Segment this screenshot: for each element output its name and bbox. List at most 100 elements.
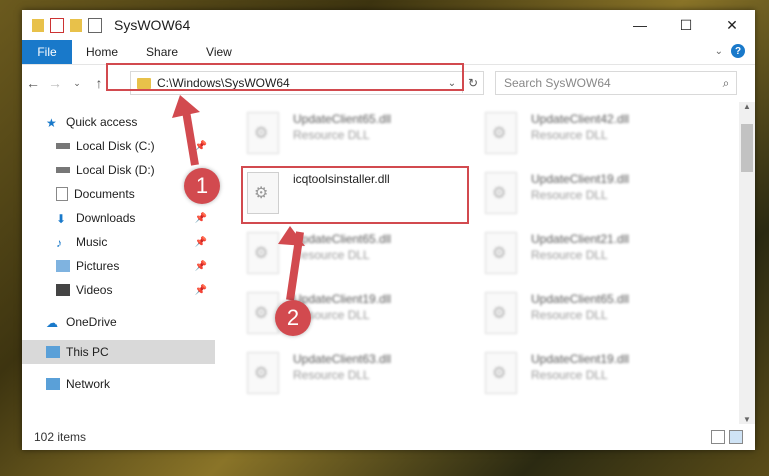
nav-item-videos[interactable]: Videos 📌 [22, 278, 215, 302]
nav-item-pictures[interactable]: Pictures 📌 [22, 254, 215, 278]
file-item[interactable]: UpdateClient65.dll Resource DLL [247, 230, 447, 286]
tab-file[interactable]: File [22, 40, 72, 64]
status-bar: 102 items [22, 424, 755, 450]
tab-home[interactable]: Home [72, 40, 132, 64]
file-item[interactable]: UpdateClient19.dll Resource DLL [485, 170, 685, 226]
file-item[interactable]: UpdateClient42.dll Resource DLL [485, 110, 685, 166]
file-item[interactable]: UpdateClient63.dll Resource DLL [247, 350, 447, 406]
folder-icon [32, 18, 44, 32]
search-placeholder: Search SysWOW64 [504, 76, 611, 90]
nav-item-onedrive[interactable]: ☁ OneDrive [22, 310, 215, 334]
file-name: UpdateClient65.dll [293, 112, 392, 126]
recent-locations-icon[interactable]: ⌄ [66, 78, 88, 89]
file-type: Resource DLL [531, 188, 608, 202]
expand-ribbon-icon[interactable]: ⌄ [715, 46, 723, 57]
pin-icon[interactable]: 📌 [195, 213, 207, 224]
scroll-up-icon[interactable]: ▲ [739, 102, 755, 111]
nav-label: This PC [66, 345, 109, 359]
music-icon: ♪ [56, 236, 62, 250]
document-icon [56, 187, 68, 201]
file-type: Resource DLL [293, 368, 370, 382]
dll-file-icon [247, 232, 279, 274]
file-type: Resource DLL [531, 308, 608, 322]
cloud-icon: ☁ [46, 316, 58, 330]
dll-file-icon [247, 112, 279, 154]
dll-file-icon [485, 172, 517, 214]
file-name: UpdateClient19.dll [531, 172, 630, 186]
download-icon: ⬇ [56, 212, 67, 226]
nav-item-local-disk-c[interactable]: Local Disk (C:) 📌 [22, 134, 215, 158]
file-name: UpdateClient21.dll [531, 232, 630, 246]
nav-label: Music [76, 235, 108, 249]
file-item[interactable]: UpdateClient65.dll Resource DLL [247, 110, 447, 166]
file-type: Resource DLL [293, 128, 370, 142]
navigation-pane: ★ Quick access Local Disk (C:) 📌 Local D… [22, 102, 215, 424]
nav-label: Downloads [76, 211, 136, 225]
videos-icon [56, 284, 70, 296]
item-count: 102 items [34, 430, 87, 444]
nav-item-this-pc[interactable]: This PC [22, 340, 215, 364]
close-button[interactable]: ✕ [709, 10, 755, 40]
highlight-box [241, 166, 469, 224]
file-item[interactable]: UpdateClient21.dll Resource DLL [485, 230, 685, 286]
window-title: SysWOW64 [114, 17, 191, 33]
file-name: UpdateClient42.dll [531, 112, 630, 126]
pictures-icon [56, 260, 70, 272]
file-name: UpdateClient65.dll [531, 292, 630, 306]
customize-toolbar-icon[interactable] [88, 17, 102, 33]
file-list: UpdateClient65.dll Resource DLL UpdateCl… [215, 102, 755, 424]
ribbon-tabs: File Home Share View ⌄ ? [22, 40, 755, 65]
nav-label: Local Disk (D:) [76, 163, 155, 177]
search-input[interactable]: Search SysWOW64 ⌕ [495, 71, 737, 95]
file-type: Resource DLL [531, 128, 608, 142]
file-name: UpdateClient19.dll [293, 292, 392, 306]
refresh-icon[interactable]: ↻ [462, 73, 483, 93]
file-type: Resource DLL [531, 248, 608, 262]
file-item[interactable]: UpdateClient19.dll Resource DLL [485, 350, 685, 406]
vertical-scrollbar[interactable]: ▲ ▼ [739, 102, 755, 424]
nav-item-downloads[interactable]: ⬇ Downloads 📌 [22, 206, 215, 230]
file-name: UpdateClient65.dll [293, 232, 392, 246]
step-marker-1: 1 [184, 168, 220, 204]
details-view-icon[interactable] [711, 430, 725, 444]
nav-label: Documents [74, 187, 135, 201]
scrollbar-thumb[interactable] [741, 124, 753, 172]
nav-label: Network [66, 377, 111, 391]
file-item[interactable]: UpdateClient65.dll Resource DLL [485, 290, 685, 346]
dll-file-icon [247, 292, 279, 334]
nav-item-network[interactable]: Network [22, 372, 215, 396]
nav-item-quick-access[interactable]: ★ Quick access [22, 110, 215, 134]
pin-icon[interactable]: 📌 [195, 261, 207, 272]
pin-icon[interactable]: 📌 [195, 285, 207, 296]
nav-label: OneDrive [66, 315, 117, 329]
help-icon[interactable]: ? [731, 44, 745, 58]
maximize-button[interactable]: ☐ [663, 10, 709, 40]
tab-share[interactable]: Share [132, 40, 192, 64]
minimize-button[interactable]: — [617, 10, 663, 40]
dll-file-icon [485, 352, 517, 394]
new-folder-icon[interactable] [70, 18, 82, 32]
forward-arrow-icon[interactable]: → [44, 75, 66, 91]
address-highlight-box [106, 63, 464, 91]
tab-view[interactable]: View [192, 40, 246, 64]
nav-label: Videos [76, 283, 113, 297]
dll-file-icon [247, 352, 279, 394]
properties-icon[interactable] [50, 17, 64, 33]
back-arrow-icon[interactable]: ← [22, 75, 44, 91]
file-name: UpdateClient19.dll [531, 352, 630, 366]
drive-icon [56, 167, 70, 173]
nav-label: Quick access [66, 115, 138, 129]
scroll-down-icon[interactable]: ▼ [739, 415, 755, 424]
nav-label: Pictures [76, 259, 120, 273]
dll-file-icon [485, 232, 517, 274]
search-icon[interactable]: ⌕ [716, 76, 736, 91]
file-name: UpdateClient63.dll [293, 352, 392, 366]
nav-item-music[interactable]: ♪ Music 📌 [22, 230, 215, 254]
pin-icon[interactable]: 📌 [195, 237, 207, 248]
drive-icon [56, 143, 70, 149]
pin-icon[interactable]: 📌 [195, 141, 207, 152]
file-type: Resource DLL [293, 248, 370, 262]
file-type: Resource DLL [531, 368, 608, 382]
large-icons-view-icon[interactable] [729, 430, 743, 444]
quick-access-toolbar [22, 17, 102, 33]
